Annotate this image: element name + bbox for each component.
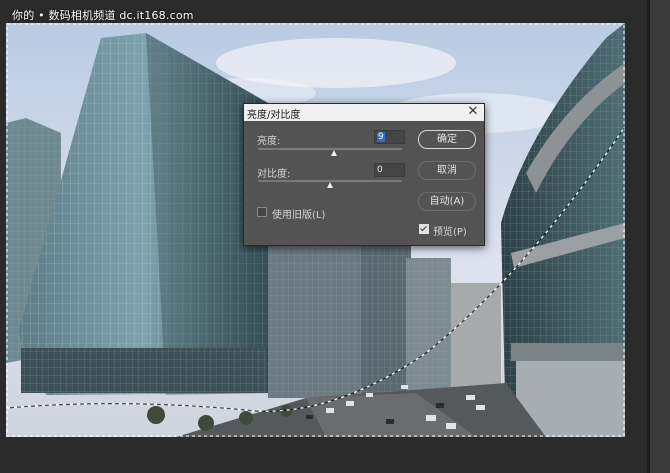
brightness-value: 9	[377, 132, 385, 142]
contrast-slider-thumb[interactable]	[327, 182, 333, 188]
brightness-slider-thumb[interactable]	[331, 150, 338, 156]
use-legacy-checkbox[interactable]	[257, 207, 267, 217]
brightness-slider-track[interactable]	[258, 148, 402, 150]
cancel-button[interactable]: 取消	[418, 161, 476, 180]
contrast-label: 对比度:	[257, 169, 291, 180]
ok-button[interactable]: 确定	[418, 130, 476, 149]
close-icon[interactable]: ✕	[466, 105, 480, 119]
brightness-contrast-dialog: 亮度/对比度 ✕ 亮度: 9 对比度: 0 使用旧版(L) 确定 取消 自动(A…	[243, 103, 485, 246]
preview-label: 预览(P)	[433, 227, 467, 238]
side-panel	[650, 0, 670, 473]
use-legacy-label: 使用旧版(L)	[272, 210, 326, 221]
auto-button[interactable]: 自动(A)	[418, 192, 476, 211]
dialog-title: 亮度/对比度	[247, 110, 301, 121]
brightness-input[interactable]: 9	[374, 130, 405, 144]
preview-checkbox[interactable]	[419, 224, 429, 234]
brightness-label: 亮度:	[257, 136, 281, 147]
dialog-titlebar[interactable]: 亮度/对比度 ✕	[244, 104, 484, 121]
contrast-input[interactable]: 0	[374, 163, 405, 177]
watermark-text: 你的 • 数码相机频道 dc.it168.com	[12, 9, 194, 22]
